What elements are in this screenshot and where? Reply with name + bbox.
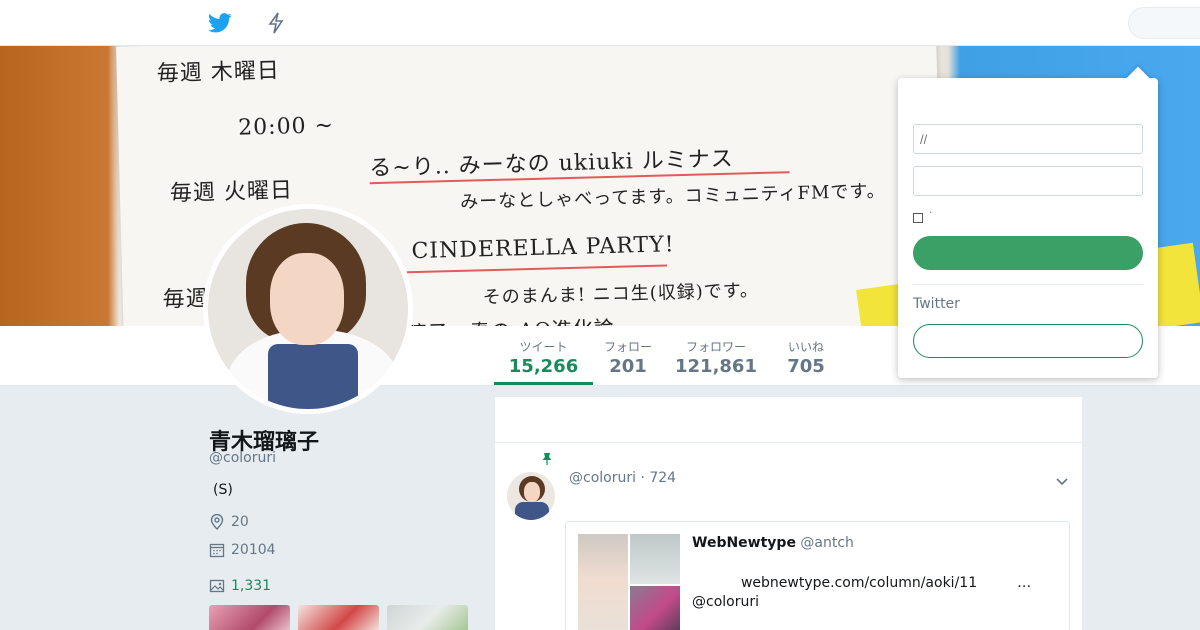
stat-value: 15,266 (508, 356, 579, 377)
calendar-icon (209, 543, 225, 558)
stat-tweets[interactable]: ツイート 15,266 (494, 338, 593, 385)
username-input[interactable] (913, 124, 1143, 154)
avatar-image (208, 209, 408, 409)
chevron-down-icon[interactable] (1055, 474, 1069, 488)
media-thumbnail[interactable] (298, 605, 379, 630)
stat-value: 201 (609, 356, 647, 377)
image-icon (209, 579, 225, 593)
twitter-bird-icon[interactable] (208, 12, 232, 34)
timeline-header (495, 397, 1082, 443)
card-line: webnewtype.com/column/aoki/11 … (692, 575, 1032, 591)
card-text: webnewtype.com/column/aoki/11 … @colorur… (692, 574, 1031, 612)
media-thumbnail[interactable] (209, 605, 290, 630)
stat-following[interactable]: フォロー 201 (602, 338, 654, 377)
remember-me-label: · (929, 208, 933, 219)
moments-bolt-icon[interactable] (266, 12, 286, 34)
stat-label: フォロワー (685, 340, 746, 354)
media-count-link[interactable]: 1,331 (231, 578, 271, 594)
signup-prompt: Twitter (913, 296, 960, 312)
stat-followers[interactable]: フォロワー 121,861 (672, 338, 760, 377)
profile-handle[interactable]: @coloruri (209, 450, 276, 466)
password-input[interactable] (913, 166, 1143, 196)
media-thumbnail[interactable] (387, 605, 468, 630)
quoted-tweet-card[interactable]: WebNewtype @antch webnewtype.com/column/… (565, 521, 1070, 630)
stat-value: 121,861 (675, 356, 757, 377)
stat-likes[interactable]: いいね 705 (784, 338, 828, 377)
card-image (578, 534, 680, 630)
profile-location: 20 (209, 514, 249, 530)
card-author: WebNewtype (692, 535, 796, 551)
stat-value: 705 (787, 356, 825, 377)
signup-button[interactable] (913, 324, 1143, 358)
joined-text: 20104 (231, 542, 276, 558)
divider (913, 284, 1143, 285)
location-text: 20 (231, 514, 249, 530)
pinned-tweet-icon (542, 453, 552, 465)
card-title: WebNewtype @antch (692, 535, 854, 551)
stat-label: いいね (787, 340, 824, 354)
media-link-row[interactable]: 1,331 (209, 578, 271, 594)
card-handle: @antch (800, 535, 854, 551)
location-pin-icon (210, 514, 224, 530)
search-input[interactable] (1128, 7, 1200, 39)
remember-me-checkbox[interactable] (913, 213, 923, 223)
profile-avatar[interactable] (203, 204, 413, 414)
profile-joined: 20104 (209, 542, 276, 558)
tweet-meta[interactable]: @coloruri · 724 (569, 470, 676, 486)
stat-label: フォロー (603, 340, 652, 354)
login-dropdown: · Twitter (898, 66, 1158, 378)
stat-label: ツイート (519, 340, 568, 354)
tweet-avatar[interactable] (507, 472, 555, 520)
profile-bio: (S) (213, 482, 233, 498)
login-button[interactable] (913, 236, 1143, 270)
top-navigation (0, 0, 1200, 46)
timeline: @coloruri · 724 WebNewtype @antch webnew… (495, 397, 1082, 630)
card-line: @coloruri (692, 594, 759, 610)
